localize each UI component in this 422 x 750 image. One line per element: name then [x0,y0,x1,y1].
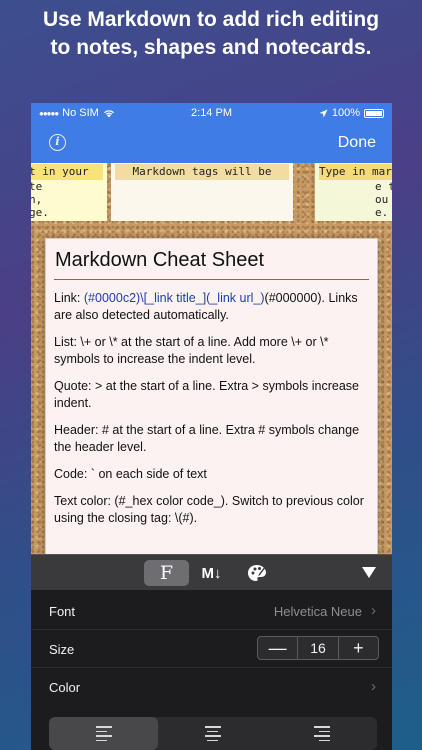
cheat-sheet-list: List: \+ or \* at the start of a line. A… [54,335,329,366]
link-code: (#0000c2)\[_link title_](_link url_) [83,291,265,305]
notecard-middle[interactable]: Markdown tags will be [111,163,293,221]
notecard-left-header: t in your [31,164,103,180]
notecard-right[interactable]: Type in mark e t ou e. [315,163,392,221]
cheat-sheet-title: Markdown Cheat Sheet [54,247,369,280]
font-value: Helvetica Neue [273,604,362,619]
nav-bar: i Done [31,125,392,163]
notecard-left-line: ge. [31,206,49,219]
headline-line-2: to notes, shapes and notecards. [50,36,372,59]
align-left-icon [95,726,112,741]
align-right-icon [314,726,331,741]
font-row[interactable]: Font Helvetica Neue › [31,592,392,630]
link-prefix: Link: [54,291,84,305]
align-right-button[interactable] [268,717,377,750]
color-row[interactable]: Color › [31,668,392,706]
cheat-sheet-text-color: Text color: (#_hex color code_). Switch … [54,494,364,525]
notecard-middle-header: Markdown tags will be [115,164,289,180]
font-label: Font [49,604,76,619]
done-button[interactable]: Done [338,134,376,152]
notecard-right-line: ou [375,193,389,206]
text-settings-panel: Font Helvetica Neue › Size — 16 + Color … [31,590,392,750]
status-bar: ●●●●● No SIM 2:14 PM 100% [31,103,392,125]
cheat-sheet-header: Header: # at the start of a line. Extra … [54,423,360,454]
location-icon [319,109,328,117]
headline-line-1: Use Markdown to add rich editing [42,8,380,31]
info-icon[interactable]: i [49,134,66,151]
notecard-right-header: Type in mark [319,164,392,180]
device-screen: ●●●●● No SIM 2:14 PM 100% i Done t in yo… [31,103,392,750]
notecard-right-line: e t [375,180,392,193]
status-right: 100% [319,107,384,119]
align-center-button[interactable] [158,717,267,750]
palette-tab[interactable] [234,560,279,586]
align-center-icon [204,726,221,741]
corkboard-canvas[interactable]: t in your te n, ge. Markdown tags will b… [31,163,392,555]
palette-icon [247,565,266,581]
size-stepper: — 16 + [257,636,379,660]
size-value: 16 [297,637,339,659]
alignment-segmented-control [49,717,377,750]
notecard-left-line: te [31,180,43,193]
format-toolbar: F M↓ [31,554,392,590]
markdown-cheat-sheet-popover: Markdown Cheat Sheet Link: (#0000c2)\[_l… [45,238,378,555]
size-label: Size [49,642,75,657]
cheat-sheet-link: Link: (#0000c2)\[_link title_](_link url… [54,290,369,324]
chevron-right-icon: › [371,678,376,695]
format-mode-segmented-control: F M↓ [144,560,280,586]
cheat-sheet-code: Code: ` on each side of text [54,467,207,481]
color-label: Color [49,680,81,695]
notecard-left-line: n, [31,193,43,206]
align-left-button[interactable] [49,717,159,750]
format-tab[interactable]: F [144,560,189,586]
notecard-left[interactable]: t in your te n, ge. [31,163,107,221]
size-row: Size — 16 + [31,630,392,668]
battery-percent: 100% [331,107,360,119]
chevron-right-icon: › [371,602,376,619]
promo-headline: Use Markdown to add rich editing to note… [0,6,422,62]
increase-size-button[interactable]: + [339,637,378,659]
cheat-sheet-quote: Quote: > at the start of a line. Extra >… [54,379,360,410]
markdown-tab[interactable]: M↓ [189,560,234,586]
decrease-size-button[interactable]: — [258,637,297,659]
triangle-down-icon[interactable] [362,567,376,578]
notecard-right-line: e. [375,206,389,219]
battery-icon [364,108,384,118]
